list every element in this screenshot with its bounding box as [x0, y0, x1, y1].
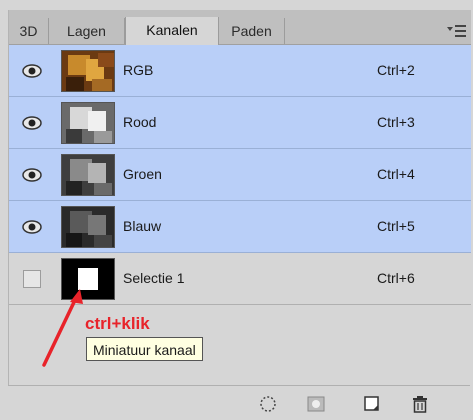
trash-icon[interactable]: [410, 394, 430, 414]
eye-icon[interactable]: [21, 60, 43, 82]
channel-thumbnail[interactable]: [61, 154, 115, 196]
eye-icon[interactable]: [21, 164, 43, 186]
tab-bar: 3D Lagen Kanalen Paden: [9, 10, 471, 45]
tab-3d[interactable]: 3D: [9, 18, 49, 44]
channel-name: RGB: [123, 62, 154, 78]
channel-row-blauw[interactable]: Blauw Ctrl+5: [9, 201, 471, 253]
channel-thumbnail[interactable]: [61, 50, 115, 92]
new-channel-icon[interactable]: [362, 394, 382, 414]
panel-menu-icon[interactable]: [447, 24, 467, 38]
channel-shortcut: Ctrl+4: [377, 166, 415, 182]
channel-row-rood[interactable]: Rood Ctrl+3: [9, 97, 471, 149]
eye-icon[interactable]: [21, 112, 43, 134]
visibility-toggle[interactable]: [23, 270, 41, 288]
annotation-label: ctrl+klik: [85, 314, 150, 333]
tab-lagen[interactable]: Lagen: [49, 18, 125, 44]
tab-kanalen[interactable]: Kanalen: [125, 17, 219, 45]
tooltip: Miniatuur kanaal: [86, 337, 203, 361]
save-selection-icon[interactable]: [306, 394, 326, 414]
channel-row-selectie-1[interactable]: Selectie 1 Ctrl+6: [9, 253, 471, 305]
eye-icon[interactable]: [21, 216, 43, 238]
channel-shortcut: Ctrl+6: [377, 270, 415, 286]
tab-paden[interactable]: Paden: [219, 18, 285, 44]
channel-name: Rood: [123, 114, 157, 130]
channel-shortcut: Ctrl+2: [377, 62, 415, 78]
channel-shortcut: Ctrl+5: [377, 218, 415, 234]
channel-row-groen[interactable]: Groen Ctrl+4: [9, 149, 471, 201]
load-selection-icon[interactable]: [258, 394, 278, 414]
channel-list: RGB Ctrl+2 Rood Ctrl+3 Groen Ctrl+4 Blau…: [9, 45, 471, 305]
channel-thumbnail[interactable]: [61, 102, 115, 144]
channel-name: Selectie 1: [123, 270, 185, 286]
channel-name: Blauw: [123, 218, 162, 234]
channel-thumbnail[interactable]: [61, 206, 115, 248]
channel-shortcut: Ctrl+3: [377, 114, 415, 130]
channel-name: Groen: [123, 166, 162, 182]
channel-row-rgb[interactable]: RGB Ctrl+2: [9, 45, 471, 97]
channels-panel: 3D Lagen Kanalen Paden RGB Ctrl+2 Rood C…: [8, 10, 471, 419]
panel-bottom-bar: [8, 385, 470, 420]
channel-thumbnail[interactable]: [61, 258, 115, 300]
